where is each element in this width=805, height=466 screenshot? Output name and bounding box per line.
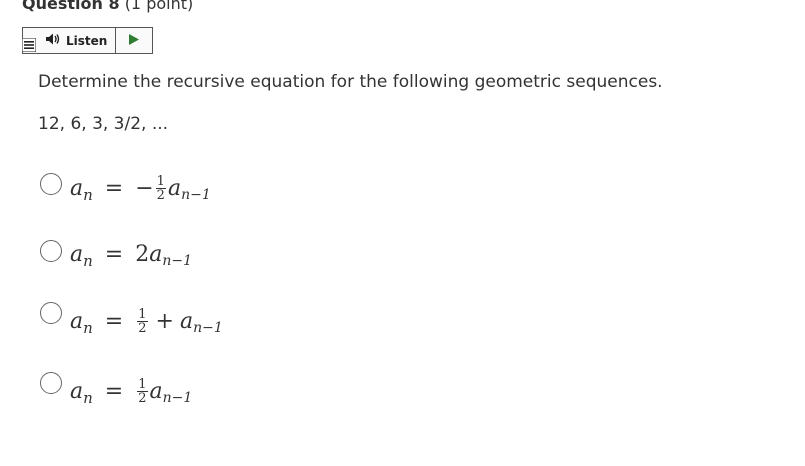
rhs-subscript: n−1 bbox=[181, 186, 211, 203]
listen-label: Listen bbox=[66, 33, 108, 48]
equals-sign: = bbox=[104, 242, 124, 267]
lhs-var: a bbox=[70, 176, 84, 201]
fraction: 1 2 bbox=[137, 377, 148, 406]
rhs-subscript: n−1 bbox=[162, 252, 193, 269]
denominator: 2 bbox=[138, 321, 147, 336]
listen-button[interactable]: Listen bbox=[23, 28, 117, 53]
play-icon bbox=[128, 31, 140, 50]
lhs-var: a bbox=[70, 309, 84, 334]
equation: an = 2 a n−1 bbox=[70, 242, 193, 270]
answer-option-2[interactable]: an = 2 a n−1 bbox=[40, 240, 340, 280]
answer-option-1[interactable]: an = − 1 2 a n−1 bbox=[40, 173, 340, 213]
play-button[interactable] bbox=[116, 28, 152, 53]
menu-icon[interactable] bbox=[21, 37, 37, 53]
denominator: 2 bbox=[156, 188, 165, 203]
equation: an = 1 2 a n−1 bbox=[70, 377, 193, 407]
radio-button[interactable] bbox=[40, 240, 62, 262]
equals-sign: = bbox=[104, 176, 124, 201]
lhs-var: a bbox=[70, 379, 84, 404]
rhs-var: a bbox=[167, 176, 182, 201]
plus-sign: + bbox=[155, 309, 174, 334]
numerator: 1 bbox=[137, 307, 148, 322]
numerator: 1 bbox=[155, 174, 166, 189]
equation: an = 1 2 + a n−1 bbox=[70, 307, 223, 337]
question-header: Question 8 (1 point) bbox=[22, 0, 193, 13]
question-points: (1 point) bbox=[124, 0, 194, 13]
speaker-icon bbox=[45, 31, 61, 50]
answer-option-3[interactable]: an = 1 2 + a n−1 bbox=[40, 302, 340, 342]
numerator: 1 bbox=[137, 377, 148, 392]
question-title: Question 8 bbox=[22, 0, 120, 13]
lhs-subscript: n bbox=[83, 388, 93, 407]
equation: an = − 1 2 a n−1 bbox=[70, 174, 211, 204]
sequence-text: 12, 6, 3, 3/2, ... bbox=[38, 114, 169, 134]
denominator: 2 bbox=[138, 391, 147, 406]
rhs-var: a bbox=[179, 309, 194, 334]
lhs-subscript: n bbox=[83, 318, 93, 337]
radio-button[interactable] bbox=[40, 372, 62, 394]
question-prompt: Determine the recursive equation for the… bbox=[38, 72, 663, 92]
lhs-subscript: n bbox=[83, 185, 93, 204]
lhs-var: a bbox=[70, 242, 84, 267]
rhs-subscript: n−1 bbox=[193, 319, 223, 336]
rhs-subscript: n−1 bbox=[162, 389, 193, 406]
radio-button[interactable] bbox=[40, 173, 62, 195]
rhs-var: a bbox=[149, 379, 163, 404]
answer-option-4[interactable]: an = 1 2 a n−1 bbox=[40, 372, 340, 412]
fraction: 1 2 bbox=[137, 307, 148, 336]
lhs-subscript: n bbox=[83, 251, 93, 270]
minus-sign: − bbox=[135, 176, 154, 201]
radio-button[interactable] bbox=[40, 302, 62, 324]
equals-sign: = bbox=[104, 309, 124, 334]
fraction: 1 2 bbox=[155, 174, 166, 203]
coefficient: 2 bbox=[135, 242, 150, 267]
rhs-var: a bbox=[149, 242, 163, 267]
listen-toolbar: Listen bbox=[21, 27, 153, 54]
equals-sign: = bbox=[104, 379, 124, 404]
